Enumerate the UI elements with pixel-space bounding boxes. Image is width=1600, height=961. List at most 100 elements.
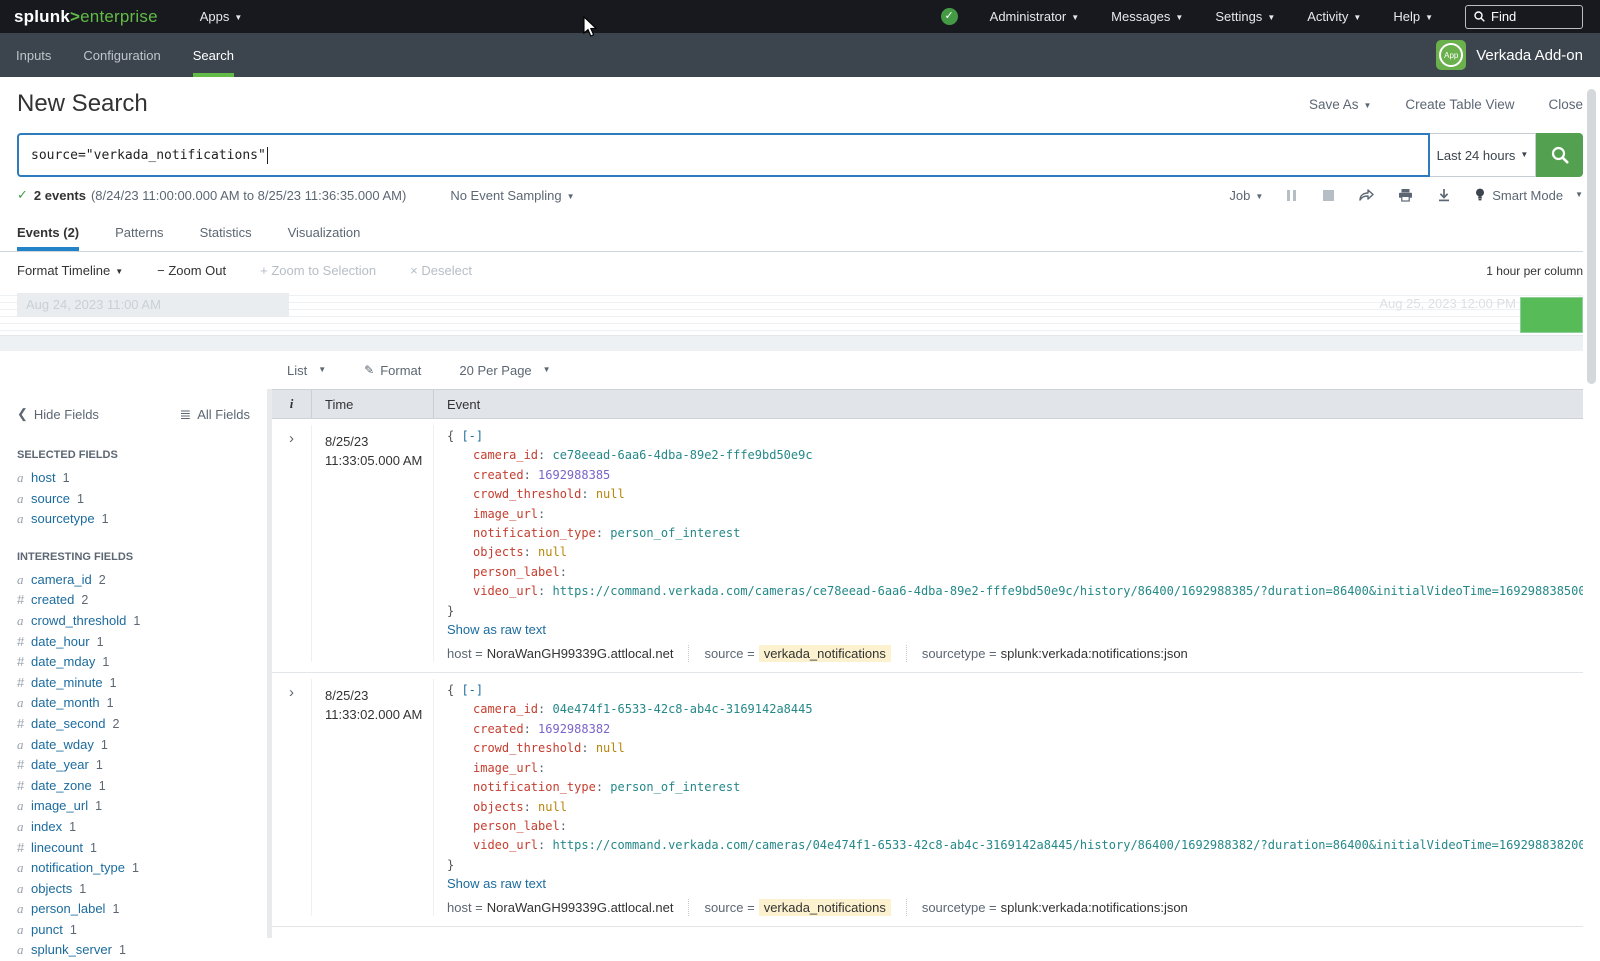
tab-search[interactable]: Search [193, 33, 234, 77]
close-button[interactable]: Close [1548, 97, 1583, 112]
field-item-camera_id[interactable]: acamera_id2 [17, 570, 272, 591]
tab-visualization[interactable]: Visualization [288, 213, 361, 251]
administrator-menu[interactable]: Administrator▼ [990, 9, 1080, 24]
save-as-button[interactable]: Save As▼ [1309, 97, 1371, 112]
field-link[interactable]: date_second [31, 716, 105, 731]
json-value[interactable]: null [596, 487, 625, 501]
json-value[interactable]: null [538, 800, 567, 814]
field-item-date_zone[interactable]: #date_zone1 [17, 776, 272, 797]
tab-events[interactable]: Events (2) [17, 213, 79, 251]
field-item-created[interactable]: #created2 [17, 590, 272, 611]
field-item-objects[interactable]: aobjects1 [17, 879, 272, 900]
field-link[interactable]: person_label [31, 901, 105, 916]
sidebar-scrollbar[interactable] [267, 389, 272, 938]
event-field-host[interactable]: host =NoraWanGH99339G.attlocal.net [447, 646, 673, 661]
format-menu[interactable]: ✎Format [364, 363, 421, 378]
show-raw-text-link[interactable]: Show as raw text [447, 876, 546, 891]
field-item-crowd_threshold[interactable]: acrowd_threshold1 [17, 611, 272, 632]
field-item-date_second[interactable]: #date_second2 [17, 714, 272, 735]
field-link[interactable]: sourcetype [31, 511, 95, 526]
show-raw-text-link[interactable]: Show as raw text [447, 622, 546, 637]
field-item-date_hour[interactable]: #date_hour1 [17, 632, 272, 653]
timeline-bar[interactable] [1520, 297, 1583, 333]
event-time[interactable]: 8/25/2311:33:02.000 AM [312, 679, 434, 916]
scrollbar-thumb[interactable] [1587, 89, 1596, 384]
field-link[interactable]: created [31, 592, 74, 607]
apps-menu[interactable]: Apps▼ [200, 9, 243, 24]
tab-configuration[interactable]: Configuration [83, 33, 160, 77]
json-value[interactable]: 1692988385 [538, 468, 610, 482]
field-item-image_url[interactable]: aimage_url1 [17, 796, 272, 817]
export-download-icon[interactable] [1437, 188, 1451, 202]
search-mode-menu[interactable]: Smart Mode▼ [1475, 188, 1583, 203]
collapse-json-link[interactable]: [-] [461, 683, 483, 697]
event-field-sourcetype[interactable]: sourcetype =splunk:verkada:notifications… [922, 900, 1188, 915]
field-item-source[interactable]: asource1 [17, 489, 272, 510]
search-button[interactable] [1536, 133, 1583, 177]
settings-menu[interactable]: Settings▼ [1215, 9, 1275, 24]
timeline-histogram[interactable]: Aug 24, 2023 11:00 AM Aug 25, 2023 12:00… [0, 289, 1600, 335]
expand-event-icon[interactable]: › [289, 430, 294, 447]
tab-patterns[interactable]: Patterns [115, 213, 163, 251]
help-menu[interactable]: Help▼ [1393, 9, 1433, 24]
json-value[interactable]: ce78eead-6aa6-4dba-89e2-fffe9bd50e9c [552, 448, 812, 462]
field-link[interactable]: linecount [31, 840, 83, 855]
time-range-picker[interactable]: Last 24 hours▼ [1430, 133, 1536, 177]
activity-menu[interactable]: Activity▼ [1307, 9, 1361, 24]
search-query-input[interactable]: source="verkada_notifications" [17, 133, 1430, 177]
field-item-splunk_server[interactable]: asplunk_server1 [17, 940, 272, 961]
field-link[interactable]: image_url [31, 798, 88, 813]
json-value[interactable]: person_of_interest [610, 780, 740, 794]
field-item-notification_type[interactable]: anotification_type1 [17, 858, 272, 879]
expand-event-icon[interactable]: › [289, 684, 294, 701]
field-item-linecount[interactable]: #linecount1 [17, 838, 272, 859]
event-field-host[interactable]: host =NoraWanGH99339G.attlocal.net [447, 900, 673, 915]
field-item-date_minute[interactable]: #date_minute1 [17, 673, 272, 694]
event-field-sourcetype[interactable]: sourcetype =splunk:verkada:notifications… [922, 646, 1188, 661]
job-menu[interactable]: Job▼ [1229, 188, 1263, 203]
field-link[interactable]: date_minute [31, 675, 103, 690]
create-table-view-button[interactable]: Create Table View [1405, 97, 1514, 112]
field-item-index[interactable]: aindex1 [17, 817, 272, 838]
field-item-date_mday[interactable]: #date_mday1 [17, 652, 272, 673]
json-value[interactable]: person_of_interest [610, 526, 740, 540]
field-link[interactable]: source [31, 491, 70, 506]
json-value[interactable]: 04e474f1-6533-42c8-ab4c-3169142a8445 [552, 702, 812, 716]
json-value[interactable]: null [538, 545, 567, 559]
stop-job-icon[interactable] [1323, 190, 1334, 201]
field-link[interactable]: date_zone [31, 778, 92, 793]
field-link[interactable]: date_wday [31, 737, 94, 752]
print-icon[interactable] [1398, 188, 1413, 202]
find-search-input[interactable]: Find [1465, 5, 1583, 29]
field-link[interactable]: notification_type [31, 860, 125, 875]
field-item-host[interactable]: ahost1 [17, 468, 272, 489]
tab-inputs[interactable]: Inputs [16, 33, 51, 77]
event-field-source[interactable]: source =verkada_notifications [704, 646, 890, 661]
field-item-date_wday[interactable]: adate_wday1 [17, 735, 272, 756]
list-view-menu[interactable]: List▼ [287, 363, 326, 378]
field-item-date_year[interactable]: #date_year1 [17, 755, 272, 776]
json-value[interactable]: 1692988382 [538, 722, 610, 736]
field-item-punct[interactable]: apunct1 [17, 920, 272, 941]
field-link[interactable]: host [31, 470, 56, 485]
field-link[interactable]: punct [31, 922, 63, 937]
field-item-person_label[interactable]: aperson_label1 [17, 899, 272, 920]
field-link[interactable]: objects [31, 881, 72, 896]
json-value[interactable]: https://command.verkada.com/cameras/04e4… [552, 838, 1592, 852]
event-sampling-menu[interactable]: No Event Sampling▼ [450, 188, 574, 203]
event-time[interactable]: 8/25/2311:33:05.000 AM [312, 425, 434, 662]
hide-fields-button[interactable]: ❮Hide Fields [17, 406, 99, 422]
field-link[interactable]: date_month [31, 695, 100, 710]
field-link[interactable]: date_mday [31, 654, 95, 669]
json-value[interactable]: null [596, 741, 625, 755]
app-identity[interactable]: App Verkada Add-on [1436, 40, 1583, 70]
field-link[interactable]: date_year [31, 757, 89, 772]
share-icon[interactable] [1358, 188, 1374, 202]
zoom-out-button[interactable]: − Zoom Out [157, 263, 226, 278]
page-scrollbar[interactable] [1583, 77, 1600, 934]
field-link[interactable]: crowd_threshold [31, 613, 126, 628]
pause-job-icon[interactable] [1287, 190, 1299, 201]
collapse-json-link[interactable]: [-] [461, 429, 483, 443]
field-link[interactable]: splunk_server [31, 942, 112, 957]
json-value[interactable]: https://command.verkada.com/cameras/ce78… [552, 584, 1592, 598]
